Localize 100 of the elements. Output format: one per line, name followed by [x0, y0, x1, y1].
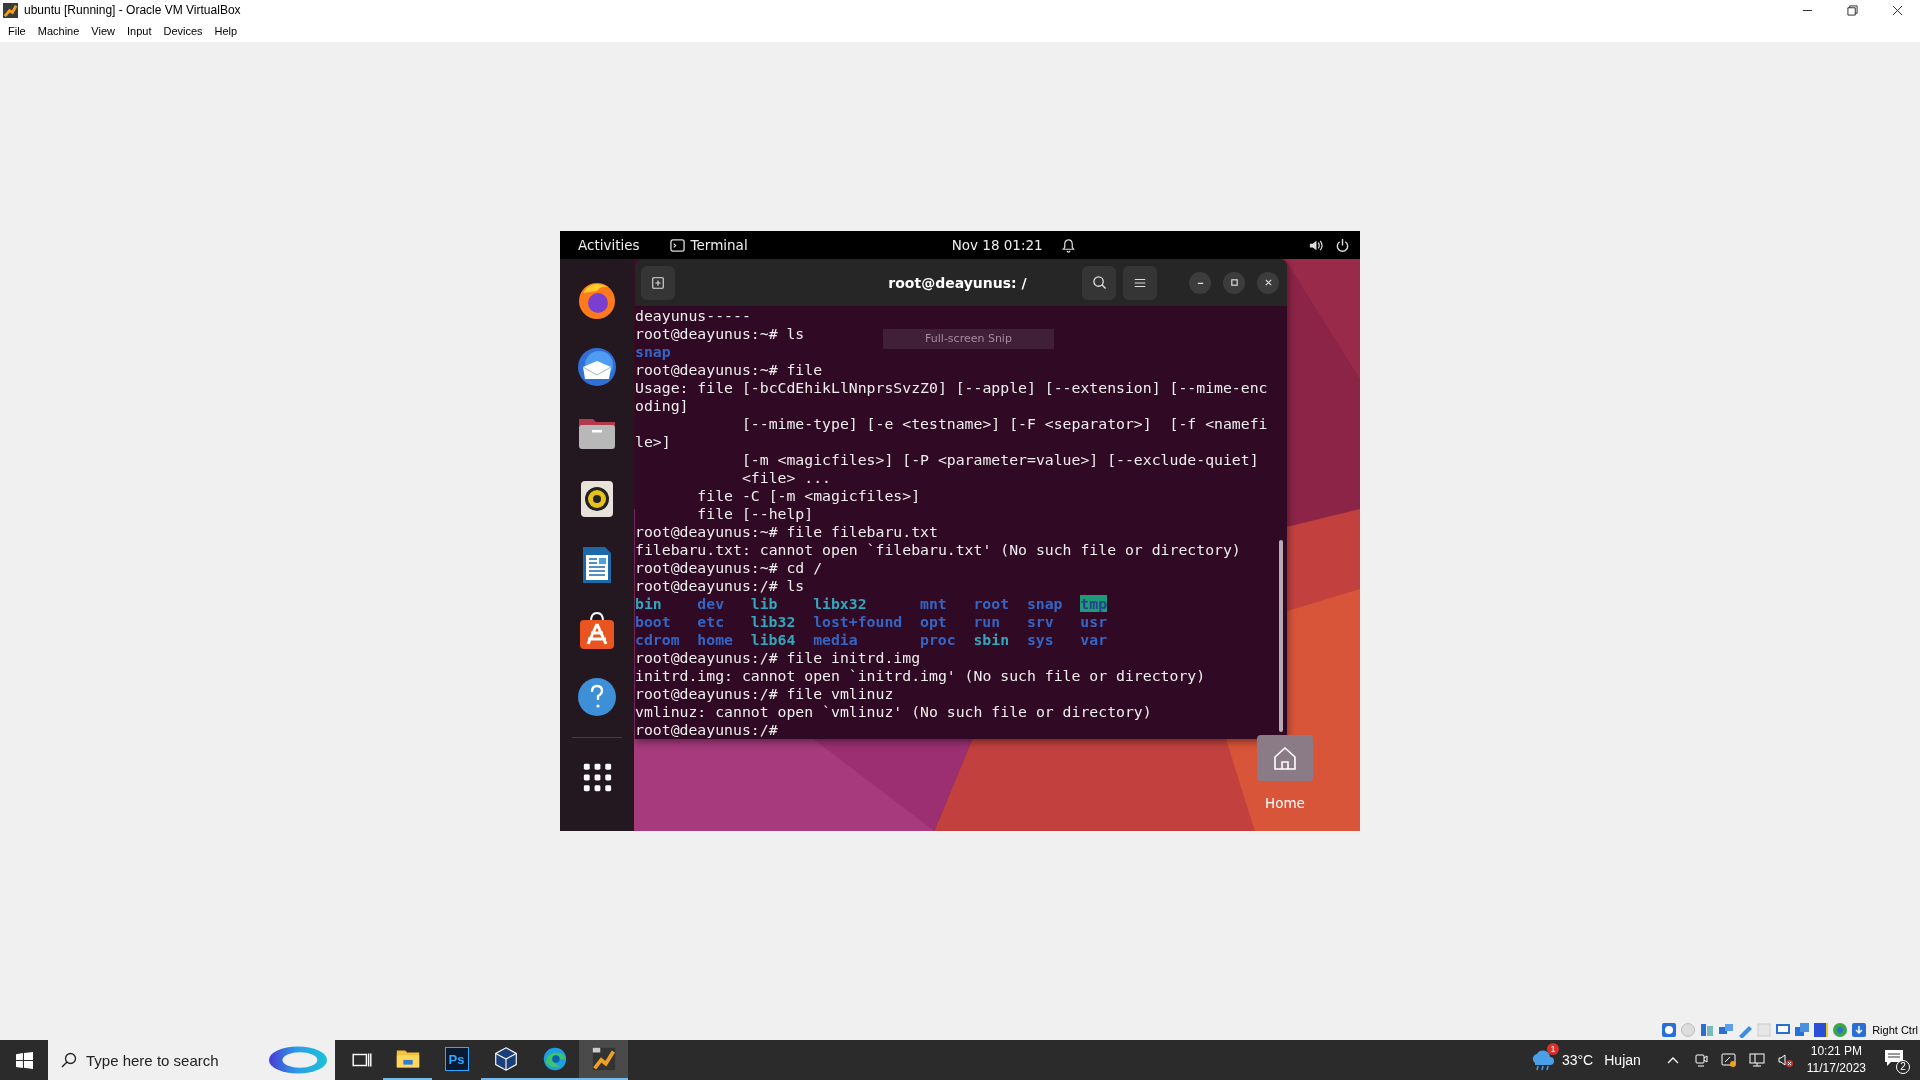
- close-icon[interactable]: [1892, 4, 1903, 16]
- file-name: opt: [920, 613, 947, 630]
- scrollbar-thumb[interactable]: [1279, 540, 1283, 732]
- maximize-icon: [1229, 278, 1239, 287]
- terminal-line: le>]: [635, 433, 671, 451]
- file-name: mnt: [920, 595, 947, 612]
- clock-button[interactable]: 10:21 PM 11/17/2023: [1806, 1043, 1866, 1077]
- file-name: run: [973, 613, 1001, 630]
- close-button[interactable]: [1257, 271, 1279, 294]
- terminal-line: root@deayunus:/# file vmlinuz: [635, 685, 894, 703]
- task-view-icon[interactable]: [351, 1050, 373, 1070]
- terminal-icon: [669, 237, 685, 253]
- file-name: snap: [1026, 595, 1063, 612]
- device-status-icon[interactable]: [1699, 1022, 1716, 1038]
- device-status-icon[interactable]: [1832, 1022, 1849, 1038]
- taskbar-app-button[interactable]: [579, 1040, 628, 1080]
- clock[interactable]: Nov 18 01:21: [951, 237, 1043, 253]
- host-key-label: Right Ctrl: [1872, 1024, 1918, 1036]
- menu-item[interactable]: File: [2, 25, 32, 37]
- search-button[interactable]: [1082, 265, 1116, 300]
- file-name: lib32: [750, 613, 796, 630]
- close-icon: [1263, 278, 1273, 287]
- file-name: snap: [635, 343, 671, 360]
- file-name: lost+found: [813, 613, 903, 630]
- terminal-line: [-m <magicfiles>] [-P <parameter=value>] [--exclude-quiet]: [740, 451, 1259, 469]
- terminal-line: root@deayunus:~# cd /: [635, 559, 823, 577]
- help-icon[interactable]: [575, 675, 619, 719]
- menu-item[interactable]: Help: [208, 25, 244, 37]
- app-logo-icon: Ps: [444, 1047, 469, 1071]
- file-name: usr: [1080, 613, 1108, 630]
- terminal-line: root@deayunus:~# file: [635, 361, 823, 379]
- bell-icon: [1060, 237, 1076, 253]
- file-name: media: [813, 631, 858, 648]
- terminal-line: <file> ...: [740, 469, 831, 487]
- terminal-line: [--mime-type] [-e <testname>] [-F <separator>] [-f <namefi: [740, 415, 1268, 433]
- menu-item[interactable]: Devices: [157, 25, 209, 37]
- terminal-line: oding]: [635, 397, 689, 415]
- menu-button[interactable]: [1123, 265, 1157, 300]
- file-name: lib64: [750, 631, 796, 648]
- file-name: sys: [1026, 631, 1054, 648]
- new-tab-button[interactable]: [641, 265, 675, 300]
- network-icon[interactable]: [1748, 1052, 1765, 1068]
- volume-muted-icon[interactable]: [1776, 1052, 1793, 1068]
- snip-tooltip: Full-screen Snip: [883, 329, 1054, 349]
- time-label: 10:21 PM: [1810, 1043, 1863, 1060]
- menu-item[interactable]: Machine: [31, 25, 86, 37]
- file-name: etc: [697, 613, 725, 630]
- terminal-line: file [--help]: [696, 505, 814, 523]
- file-name: var: [1080, 631, 1108, 648]
- activities-button[interactable]: Activities: [578, 237, 640, 253]
- terminal-line: filebaru.txt: cannot open `filebaru.txt' (No such file or directory): [635, 541, 1241, 559]
- file-name: bin: [635, 595, 662, 612]
- new-tab-icon: [651, 275, 665, 290]
- date-label: 11/17/2023: [1806, 1060, 1866, 1077]
- device-status-icon[interactable]: [1794, 1022, 1811, 1038]
- home-folder-icon[interactable]: [1257, 735, 1313, 781]
- device-status-icon[interactable]: [1661, 1022, 1678, 1038]
- file-name: sbin: [973, 631, 1010, 648]
- menu-item[interactable]: View: [85, 25, 121, 37]
- windows-logo-icon: [15, 1051, 33, 1069]
- file-name: cdrom: [635, 631, 680, 648]
- notification-badge: 1: [1546, 1043, 1559, 1055]
- camera-icon[interactable]: [1692, 1052, 1709, 1068]
- terminal-line: vmlinuz: cannot open `vmlinuz' (No such file or directory): [635, 703, 1152, 721]
- terminal-line: deayunus-----: [635, 307, 751, 325]
- file-name: boot: [635, 613, 671, 630]
- device-status-icon[interactable]: [1813, 1022, 1830, 1038]
- device-status-icon[interactable]: [1851, 1022, 1868, 1038]
- power-icon[interactable]: [1335, 237, 1350, 253]
- app-logo-icon: [3, 2, 18, 18]
- restore-icon[interactable]: [1847, 4, 1858, 16]
- terminal-line: root@deayunus:/#: [635, 721, 778, 739]
- weather-condition: Hujan: [1604, 1052, 1641, 1068]
- taskbar-app-button[interactable]: Ps: [432, 1040, 481, 1080]
- temperature-label: 33°C: [1561, 1052, 1594, 1068]
- terminal-line: root@deayunus:~# ls: [635, 325, 805, 343]
- app-menu-label[interactable]: Terminal: [690, 237, 748, 253]
- terminal-title: root@deayunus: /: [887, 274, 1028, 291]
- terminal-line: root@deayunus:/# file initrd.img: [635, 649, 921, 667]
- ring-logo-icon[interactable]: [267, 1044, 329, 1076]
- notification-count: 2: [1896, 1060, 1910, 1074]
- terminal-line: root@deayunus:~# file filebaru.txt: [635, 523, 938, 541]
- window-title: ubuntu [Running] - Oracle VM VirtualBox: [24, 3, 241, 17]
- terminal-line: root@deayunus:/# ls: [635, 577, 805, 595]
- menu-item[interactable]: Input: [120, 25, 158, 37]
- mail-icon[interactable]: [575, 345, 619, 389]
- file-name: dev: [697, 595, 725, 612]
- terminal-line: Usage: file [-bcCdEhikLlNnprsSvzZ0] [--apple] [--extension] [--mime-enc: [635, 379, 1268, 397]
- file-name: srv: [1026, 613, 1054, 630]
- file-name: home: [697, 631, 733, 648]
- search-icon: [61, 1052, 77, 1068]
- file-name: lib: [750, 595, 778, 612]
- terminal-line: initrd.img: cannot open `initrd.img' (No such file or directory): [635, 667, 1206, 685]
- search-icon: [1091, 275, 1107, 290]
- file-name: proc: [920, 631, 956, 648]
- maximize-button[interactable]: [1223, 271, 1245, 294]
- terminal-line: file -C [-m <magicfiles>]: [696, 487, 921, 505]
- desktop-icon-label[interactable]: Home: [1265, 795, 1305, 811]
- file-name: root: [973, 595, 1010, 612]
- screen-share-icon[interactable]: [1720, 1052, 1737, 1068]
